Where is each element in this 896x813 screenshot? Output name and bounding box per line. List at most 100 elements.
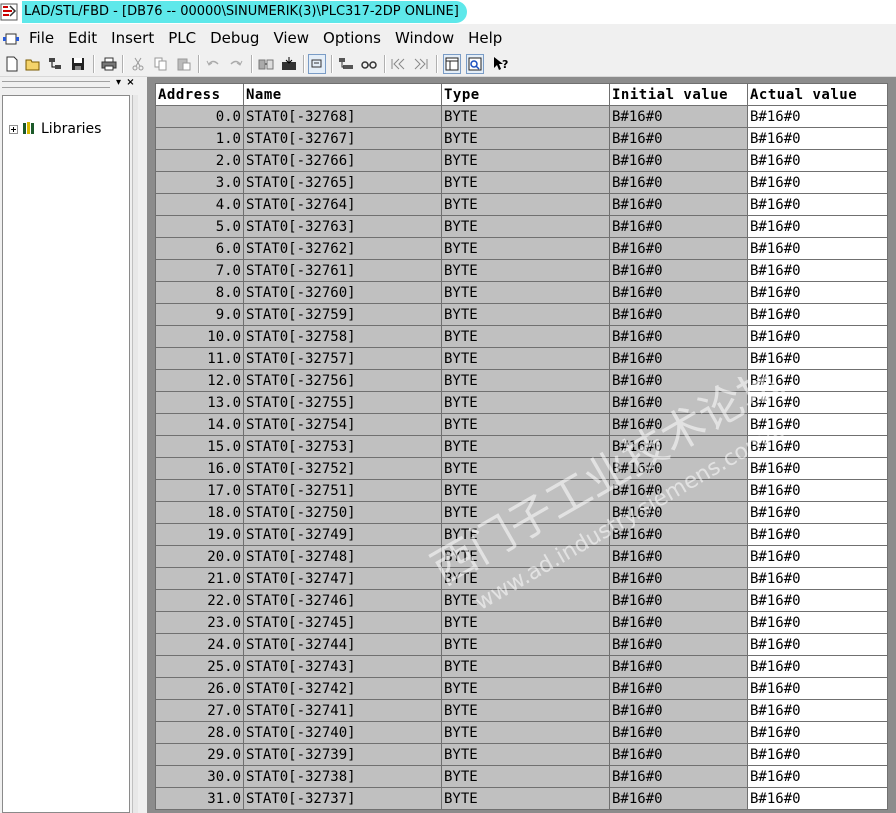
table-row[interactable]: 17.0 STAT0[-32751] BYTE B#16#0 B#16#0 <box>155 479 888 502</box>
menu-debug[interactable]: Debug <box>203 26 266 50</box>
new-icon[interactable] <box>3 54 21 74</box>
cut-icon[interactable] <box>129 54 147 74</box>
tree-item-libraries[interactable]: Libraries <box>9 120 101 138</box>
cell-actual-value[interactable]: B#16#0 <box>747 215 888 238</box>
menu-help[interactable]: Help <box>461 26 509 50</box>
cell-actual-value[interactable]: B#16#0 <box>747 281 888 304</box>
redo-icon[interactable] <box>227 54 245 74</box>
table-row[interactable]: 30.0 STAT0[-32738] BYTE B#16#0 B#16#0 <box>155 765 888 788</box>
table-row[interactable]: 6.0 STAT0[-32762] BYTE B#16#0 B#16#0 <box>155 237 888 260</box>
cell-actual-value[interactable]: B#16#0 <box>747 105 888 128</box>
first-icon[interactable] <box>389 54 407 74</box>
cell-actual-value[interactable]: B#16#0 <box>747 127 888 150</box>
overview-icon[interactable] <box>443 54 461 74</box>
table-row[interactable]: 2.0 STAT0[-32766] BYTE B#16#0 B#16#0 <box>155 149 888 172</box>
panel-drag-grip[interactable] <box>2 81 110 88</box>
save-icon[interactable] <box>69 54 87 74</box>
cell-actual-value[interactable]: B#16#0 <box>747 259 888 282</box>
network-icon[interactable] <box>337 54 355 74</box>
table-row[interactable]: 20.0 STAT0[-32748] BYTE B#16#0 B#16#0 <box>155 545 888 568</box>
cell-actual-value[interactable]: B#16#0 <box>747 435 888 458</box>
table-row[interactable]: 24.0 STAT0[-32744] BYTE B#16#0 B#16#0 <box>155 633 888 656</box>
table-row[interactable]: 26.0 STAT0[-32742] BYTE B#16#0 B#16#0 <box>155 677 888 700</box>
menu-view[interactable]: View <box>266 26 316 50</box>
cell-actual-value[interactable]: B#16#0 <box>747 149 888 172</box>
cell-actual-value[interactable]: B#16#0 <box>747 677 888 700</box>
table-row[interactable]: 0.0 STAT0[-32768] BYTE B#16#0 B#16#0 <box>155 105 888 128</box>
table-row[interactable]: 12.0 STAT0[-32756] BYTE B#16#0 B#16#0 <box>155 369 888 392</box>
table-row[interactable]: 28.0 STAT0[-32740] BYTE B#16#0 B#16#0 <box>155 721 888 744</box>
menu-edit[interactable]: Edit <box>61 26 104 50</box>
monitor-icon[interactable] <box>308 54 326 74</box>
cell-actual-value[interactable]: B#16#0 <box>747 479 888 502</box>
cell-actual-value[interactable]: B#16#0 <box>747 193 888 216</box>
panel-dropdown-icon[interactable]: ▾ <box>113 78 124 89</box>
glasses-icon[interactable] <box>360 54 378 74</box>
cell-actual-value[interactable]: B#16#0 <box>747 457 888 480</box>
cell-actual-value[interactable]: B#16#0 <box>747 765 888 788</box>
menu-options[interactable]: Options <box>316 26 388 50</box>
table-row[interactable]: 10.0 STAT0[-32758] BYTE B#16#0 B#16#0 <box>155 325 888 348</box>
details-icon[interactable] <box>466 54 484 74</box>
table-row[interactable]: 3.0 STAT0[-32765] BYTE B#16#0 B#16#0 <box>155 171 888 194</box>
table-row[interactable]: 15.0 STAT0[-32753] BYTE B#16#0 B#16#0 <box>155 435 888 458</box>
print-icon[interactable] <box>100 54 118 74</box>
app-icon[interactable] <box>0 2 18 22</box>
menu-file[interactable]: File <box>22 26 61 50</box>
cell-actual-value[interactable]: B#16#0 <box>747 721 888 744</box>
cell-actual-value[interactable]: B#16#0 <box>747 347 888 370</box>
panel-scrollbar[interactable] <box>132 95 138 813</box>
column-header-initial-value[interactable]: Initial value <box>609 83 748 106</box>
document-window-icon[interactable] <box>3 31 19 45</box>
cell-actual-value[interactable]: B#16#0 <box>747 655 888 678</box>
table-row[interactable]: 14.0 STAT0[-32754] BYTE B#16#0 B#16#0 <box>155 413 888 436</box>
table-row[interactable]: 19.0 STAT0[-32749] BYTE B#16#0 B#16#0 <box>155 523 888 546</box>
accessible-nodes-icon[interactable] <box>46 54 64 74</box>
download-icon[interactable] <box>280 54 298 74</box>
table-row[interactable]: 1.0 STAT0[-32767] BYTE B#16#0 B#16#0 <box>155 127 888 150</box>
cell-actual-value[interactable]: B#16#0 <box>747 171 888 194</box>
table-row[interactable]: 16.0 STAT0[-32752] BYTE B#16#0 B#16#0 <box>155 457 888 480</box>
cell-actual-value[interactable]: B#16#0 <box>747 743 888 766</box>
cell-actual-value[interactable]: B#16#0 <box>747 391 888 414</box>
last-icon[interactable] <box>412 54 430 74</box>
table-row[interactable]: 23.0 STAT0[-32745] BYTE B#16#0 B#16#0 <box>155 611 888 634</box>
copy-icon[interactable] <box>152 54 170 74</box>
cell-actual-value[interactable]: B#16#0 <box>747 589 888 612</box>
cell-actual-value[interactable]: B#16#0 <box>747 611 888 634</box>
cell-actual-value[interactable]: B#16#0 <box>747 633 888 656</box>
cell-actual-value[interactable]: B#16#0 <box>747 545 888 568</box>
open-icon[interactable] <box>24 54 42 74</box>
menu-insert[interactable]: Insert <box>104 26 161 50</box>
help-icon[interactable]: ? <box>492 54 510 74</box>
cell-actual-value[interactable]: B#16#0 <box>747 567 888 590</box>
column-header-address[interactable]: Address <box>155 83 244 106</box>
cell-actual-value[interactable]: B#16#0 <box>747 413 888 436</box>
table-row[interactable]: 9.0 STAT0[-32759] BYTE B#16#0 B#16#0 <box>155 303 888 326</box>
table-row[interactable]: 31.0 STAT0[-32737] BYTE B#16#0 B#16#0 <box>155 787 888 810</box>
table-row[interactable]: 21.0 STAT0[-32747] BYTE B#16#0 B#16#0 <box>155 567 888 590</box>
table-row[interactable]: 13.0 STAT0[-32755] BYTE B#16#0 B#16#0 <box>155 391 888 414</box>
menu-plc[interactable]: PLC <box>161 26 203 50</box>
load-icon[interactable] <box>257 54 275 74</box>
table-row[interactable]: 11.0 STAT0[-32757] BYTE B#16#0 B#16#0 <box>155 347 888 370</box>
cell-actual-value[interactable]: B#16#0 <box>747 303 888 326</box>
paste-icon[interactable] <box>175 54 193 74</box>
cell-actual-value[interactable]: B#16#0 <box>747 501 888 524</box>
table-row[interactable]: 5.0 STAT0[-32763] BYTE B#16#0 B#16#0 <box>155 215 888 238</box>
column-header-type[interactable]: Type <box>441 83 610 106</box>
table-row[interactable]: 8.0 STAT0[-32760] BYTE B#16#0 B#16#0 <box>155 281 888 304</box>
tree-expand-icon[interactable] <box>9 124 18 134</box>
cell-actual-value[interactable]: B#16#0 <box>747 523 888 546</box>
column-header-actual-value[interactable]: Actual value <box>747 83 888 106</box>
menu-window[interactable]: Window <box>388 26 461 50</box>
table-row[interactable]: 22.0 STAT0[-32746] BYTE B#16#0 B#16#0 <box>155 589 888 612</box>
panel-close-button[interactable]: × <box>125 78 136 89</box>
column-header-name[interactable]: Name <box>243 83 442 106</box>
table-row[interactable]: 7.0 STAT0[-32761] BYTE B#16#0 B#16#0 <box>155 259 888 282</box>
cell-actual-value[interactable]: B#16#0 <box>747 787 888 810</box>
table-row[interactable]: 25.0 STAT0[-32743] BYTE B#16#0 B#16#0 <box>155 655 888 678</box>
cell-actual-value[interactable]: B#16#0 <box>747 369 888 392</box>
cell-actual-value[interactable]: B#16#0 <box>747 237 888 260</box>
table-row[interactable]: 29.0 STAT0[-32739] BYTE B#16#0 B#16#0 <box>155 743 888 766</box>
